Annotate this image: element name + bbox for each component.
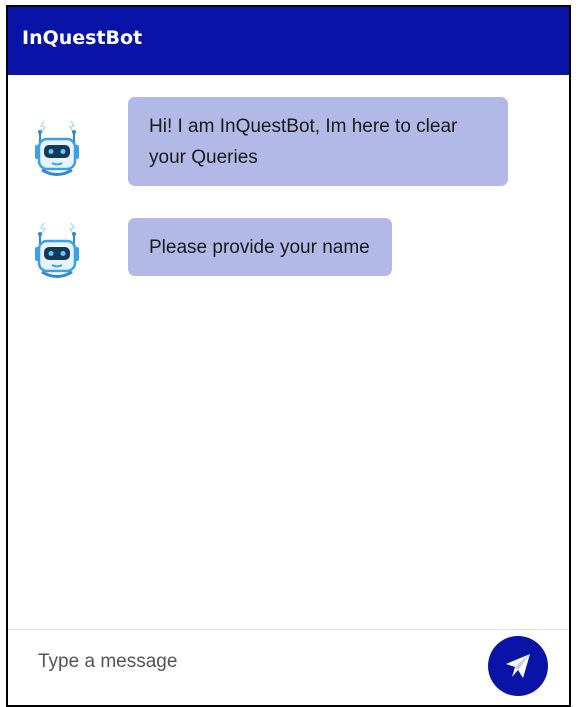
robot-icon xyxy=(34,221,80,281)
chat-window: InQuestBot Hi! I am InQuestBot, Im here … xyxy=(6,5,571,707)
message-list: Hi! I am InQuestBot, Im here to clear yo… xyxy=(8,75,569,630)
chat-title: InQuestBot xyxy=(22,27,143,49)
send-icon xyxy=(503,651,533,681)
robot-icon xyxy=(34,119,80,179)
bot-message-bubble: Please provide your name xyxy=(128,218,392,276)
message-composer xyxy=(8,629,569,705)
bot-message-bubble: Hi! I am InQuestBot, Im here to clear yo… xyxy=(128,97,508,186)
chat-header: InQuestBot xyxy=(8,7,569,75)
message-input[interactable] xyxy=(22,642,478,682)
send-button[interactable] xyxy=(488,636,548,696)
